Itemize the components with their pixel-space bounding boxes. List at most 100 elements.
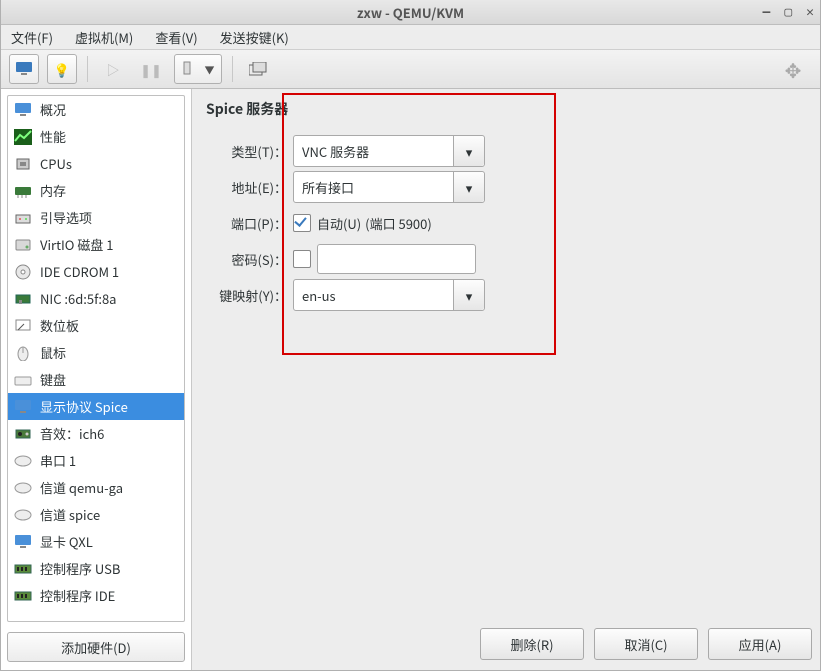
sidebar-item-label: 控制程序 USB [40,559,120,578]
lightbulb-icon: 💡 [53,60,71,78]
separator [87,56,88,82]
sidebar-item-1[interactable]: 性能 [8,123,184,150]
sidebar-item-label: 串口 1 [40,451,76,470]
sidebar-item-12[interactable]: 音效：ich6 [8,420,184,447]
sidebar: 概况性能 CPUs 内存引导选项 VirtIO 磁盘 1 IDE CDROM 1 NIC … [1,89,192,670]
password-label: 密码(S)： [202,250,287,269]
mouse-icon [14,344,32,362]
sidebar-item-6[interactable]: IDE CDROM 1 [8,258,184,285]
remove-button[interactable]: 删除(R) [480,628,584,660]
keymap-label: 键映射(Y)： [202,286,287,305]
maximize-button[interactable]: ▢ [784,5,792,20]
serial-icon [14,452,32,470]
sidebar-item-label: 鼠标 [40,343,66,362]
sidebar-item-16[interactable]: 显卡 QXL [8,528,184,555]
address-value: 所有接口 [294,178,453,197]
sidebar-item-18[interactable]: 控制程序 IDE [8,582,184,609]
titlebar: zxw - QEMU/KVM — ▢ ✕ [1,0,820,25]
sidebar-item-11[interactable]: 显示协议 Spice [8,393,184,420]
add-hardware-label: 添加硬件(D) [61,638,131,657]
sidebar-item-7[interactable]: NIC :6d:5f:8a [8,285,184,312]
address-select[interactable]: 所有接口 ▾ [293,171,485,203]
minimize-button[interactable]: — [763,5,771,20]
close-button[interactable]: ✕ [806,5,814,20]
pause-button[interactable]: ❚❚ [136,54,166,84]
port-auto-checkbox[interactable] [293,214,311,232]
cancel-button[interactable]: 取消(C) [594,628,698,660]
play-icon: ▷ [104,60,122,78]
details-button[interactable]: 💡 [47,54,77,84]
apply-button[interactable]: 应用(A) [708,628,812,660]
sidebar-item-2[interactable]: CPUs [8,150,184,177]
password-checkbox[interactable] [293,250,311,268]
sidebar-item-label: VirtIO 磁盘 1 [40,235,114,254]
panel-title: Spice 服务器 [206,99,812,119]
menubar: 文件(F) 虚拟机(M) 查看(V) 发送按键(K) [1,25,820,50]
sound-icon [14,425,32,443]
chevron-down-icon: ▾ [453,172,484,202]
sidebar-item-3[interactable]: 内存 [8,177,184,204]
chevron-down-icon: ▼ [205,62,215,77]
sidebar-item-9[interactable]: 鼠标 [8,339,184,366]
add-hardware-button[interactable]: 添加硬件(D) [7,632,185,662]
sidebar-item-label: 信道 spice [40,505,100,524]
sidebar-item-14[interactable]: 信道 qemu-ga [8,474,184,501]
menu-view[interactable]: 查看(V) [151,26,201,49]
type-value: VNC 服务器 [294,142,453,161]
channel-icon [14,506,32,524]
sidebar-item-label: 显示协议 Spice [40,397,128,416]
address-label: 地址(E)： [202,178,287,197]
console-button[interactable] [9,54,39,84]
keymap-value: en-us [294,286,453,305]
nic-icon [14,290,32,308]
keymap-select[interactable]: en-us ▾ [293,279,485,311]
sidebar-item-label: IDE CDROM 1 [40,262,119,281]
menu-vm[interactable]: 虚拟机(M) [71,26,137,49]
sidebar-item-label: 概况 [40,100,66,119]
sidebar-item-label: CPUs [40,154,72,173]
sidebar-item-label: 数位板 [40,316,79,335]
sidebar-item-label: 引导选项 [40,208,92,227]
port-auto-value: (端口 5900) [365,214,432,233]
menu-file[interactable]: 文件(F) [7,26,57,49]
window-title: zxw - QEMU/KVM [357,3,464,22]
ctrl-icon [14,560,32,578]
ctrl-icon [14,587,32,605]
sidebar-item-13[interactable]: 串口 1 [8,447,184,474]
snapshots-button[interactable] [243,54,273,84]
chevron-down-icon: ▾ [453,280,484,310]
sidebar-item-label: 键盘 [40,370,66,389]
cpu-icon [14,155,32,173]
sidebar-item-10[interactable]: 键盘 [8,366,184,393]
hardware-list[interactable]: 概况性能 CPUs 内存引导选项 VirtIO 磁盘 1 IDE CDROM 1 NIC … [7,95,185,622]
toolbar: 💡 ▷ ❚❚ ▼ [1,50,820,89]
footer-buttons: 删除(R) 取消(C) 应用(A) [392,628,812,662]
video-icon [14,533,32,551]
password-input[interactable] [317,244,476,274]
type-select[interactable]: VNC 服务器 ▾ [293,135,485,167]
monitor-icon [15,60,33,78]
sidebar-item-8[interactable]: 数位板 [8,312,184,339]
shutdown-button[interactable]: ▼ [174,54,222,84]
monitor-icon [14,101,32,119]
sidebar-item-17[interactable]: 控制程序 USB [8,555,184,582]
channel-icon [14,479,32,497]
boot-icon [14,209,32,227]
kb-icon [14,371,32,389]
sidebar-item-0[interactable]: 概况 [8,96,184,123]
sidebar-item-5[interactable]: VirtIO 磁盘 1 [8,231,184,258]
sidebar-item-4[interactable]: 引导选项 [8,204,184,231]
power-icon [182,61,192,77]
type-label: 类型(T)： [202,142,287,161]
cd-icon [14,263,32,281]
port-label: 端口(P)： [202,214,287,233]
pause-icon: ❚❚ [142,60,160,78]
menu-sendkey[interactable]: 发送按键(K) [216,26,293,49]
sidebar-item-label: 音效：ich6 [40,424,104,443]
chart-icon [14,128,32,146]
run-button[interactable]: ▷ [98,54,128,84]
chevron-down-icon: ▾ [453,136,484,166]
sidebar-item-label: 控制程序 IDE [40,586,115,605]
sidebar-item-label: 信道 qemu-ga [40,478,123,497]
sidebar-item-15[interactable]: 信道 spice [8,501,184,528]
